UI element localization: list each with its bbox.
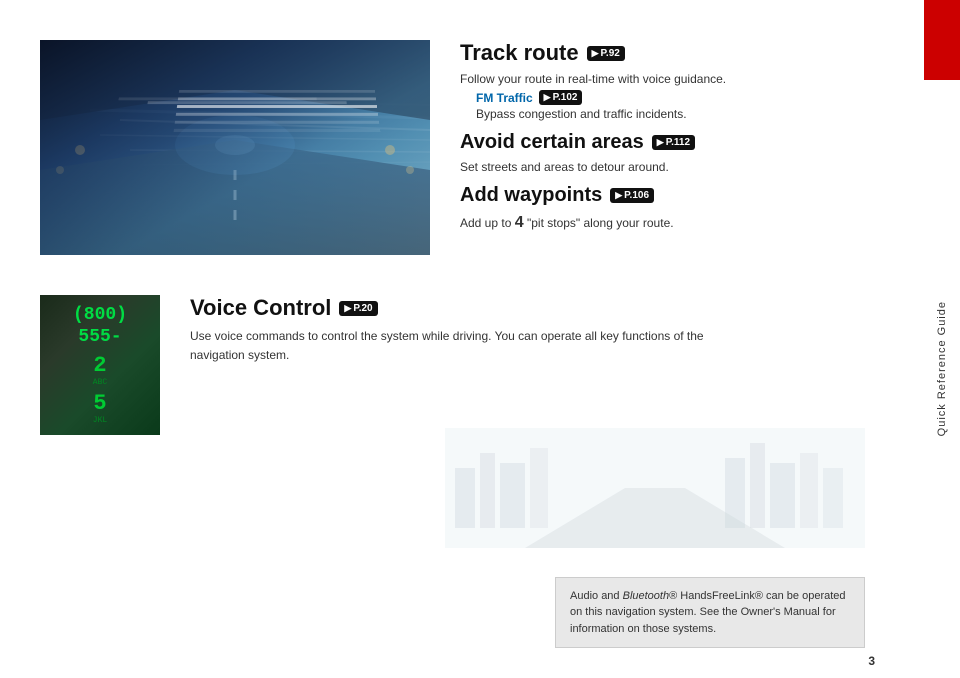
phone-key-2: 2 bbox=[93, 353, 106, 378]
voice-control-label: Voice Control bbox=[190, 295, 331, 321]
voice-control-badge: ▶ P.20 bbox=[339, 301, 377, 316]
note-text-pre: Audio and bbox=[570, 590, 623, 602]
top-section: Track route ▶ P.92 Follow your route in … bbox=[0, 0, 920, 275]
avoid-areas-badge: ▶ P.112 bbox=[652, 135, 695, 150]
bluetooth-label: Bluetooth bbox=[623, 590, 669, 602]
voice-control-desc: Use voice commands to control the system… bbox=[190, 327, 750, 365]
side-tab-text-container: Quick Reference Guide bbox=[924, 0, 960, 678]
track-route-title: Track route ▶ P.92 bbox=[460, 40, 870, 66]
track-route-badge: ▶ P.92 bbox=[587, 46, 625, 61]
waypoints-desc-pre: Add up to bbox=[460, 216, 511, 230]
avoid-areas-label: Avoid certain areas bbox=[460, 131, 644, 154]
avoid-areas-title: Avoid certain areas ▶ P.112 bbox=[460, 131, 870, 154]
side-tab-label: Quick Reference Guide bbox=[936, 301, 948, 436]
voice-control-title: Voice Control ▶ P.20 bbox=[190, 295, 870, 321]
highway-image bbox=[40, 40, 430, 255]
bypass-text: Bypass congestion and traffic incidents. bbox=[476, 107, 870, 121]
add-waypoints-badge: ▶ P.106 bbox=[610, 188, 654, 203]
phone-key-5-label: JKL bbox=[93, 416, 107, 425]
page-number: 3 bbox=[868, 654, 875, 668]
avoid-areas-desc: Set streets and areas to detour around. bbox=[460, 158, 870, 176]
fm-traffic-badge: ▶ P.102 bbox=[539, 90, 583, 105]
voice-control-section: Voice Control ▶ P.20 Use voice commands … bbox=[190, 295, 870, 365]
track-route-desc: Follow your route in real-time with voic… bbox=[460, 70, 870, 88]
waypoints-number: 4 bbox=[515, 214, 524, 231]
phone-image: (800) 555- 2 ABC 5 JKL bbox=[40, 295, 160, 435]
side-tab: Quick Reference Guide bbox=[920, 0, 960, 678]
note-box: Audio and Bluetooth® HandsFreeLink® can … bbox=[555, 577, 865, 649]
fm-traffic-label: FM Traffic bbox=[476, 91, 533, 105]
phone-key-5: 5 bbox=[93, 391, 106, 416]
fm-traffic-line: FM Traffic ▶ P.102 bbox=[476, 90, 870, 105]
phone-key-2-label: ABC bbox=[93, 378, 107, 387]
add-waypoints-title: Add waypoints ▶ P.106 bbox=[460, 184, 870, 207]
add-waypoints-label: Add waypoints bbox=[460, 184, 602, 207]
phone-display: (800) 555- bbox=[50, 305, 150, 348]
route-features: Track route ▶ P.92 Follow your route in … bbox=[460, 40, 870, 235]
waypoints-desc-post: "pit stops" along your route. bbox=[527, 216, 674, 230]
main-content: Track route ▶ P.92 Follow your route in … bbox=[0, 0, 920, 678]
bg-road-image bbox=[445, 428, 865, 548]
waypoints-desc: Add up to 4 "pit stops" along your route… bbox=[460, 211, 870, 235]
track-route-label: Track route bbox=[460, 40, 579, 66]
